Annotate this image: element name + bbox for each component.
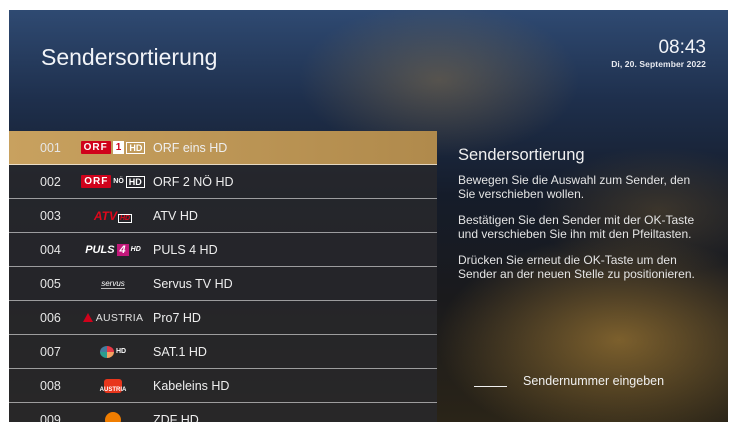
kabeleins-austria-text: AUSTRIA [100,378,126,393]
channel-name: ZDF HD [153,412,199,422]
puls-four-text: 4 [116,243,129,256]
zdf-logo [75,411,151,422]
enter-number-button[interactable]: Sendernummer eingeben [474,374,664,388]
tv-screen: Sendersortierung 08:43 Di, 20. September… [9,10,728,422]
channel-number: 009 [40,412,61,422]
channel-number: 003 [40,208,61,223]
channel-number: 004 [40,242,61,257]
channel-name: Kabeleins HD [153,378,230,393]
channel-row[interactable]: 002 ORF NÖ HD ORF 2 NÖ HD [9,165,437,199]
channel-row[interactable]: 001 ORF 1 HD ORF eins HD [9,131,437,165]
atv-logo-text: ATV [93,208,117,223]
atv-logo: ATV HD [75,207,151,225]
channel-row[interactable]: 008 AUSTRIA Kabeleins HD [9,369,437,403]
zdf-ball-icon [105,411,121,422]
puls4-logo: PULS 4 HD [75,241,151,259]
channel-number: 008 [40,378,61,393]
channel-name: Pro7 HD [153,310,201,325]
channel-name: ORF 2 NÖ HD [153,174,234,189]
noe-text: NÖ [113,178,124,185]
info-paragraph: Bestätigen Sie den Sender mit der OK-Tas… [458,213,695,241]
hd-text: HD [125,175,145,188]
clock-date: Di, 20. September 2022 [611,59,706,69]
channel-row[interactable]: 006 AUSTRIA Pro7 HD [9,301,437,335]
orf1-logo: ORF 1 HD [75,139,151,157]
page-title: Sendersortierung [41,44,218,70]
hd-text: HD [115,348,127,355]
kabeleins-logo: AUSTRIA [75,377,151,395]
clock: 08:43 Di, 20. September 2022 [611,37,706,69]
hd-text: HD [117,213,133,223]
channel-number: 001 [40,140,61,155]
info-paragraph: Bewegen Sie die Auswahl zum Sender, den … [458,173,691,201]
pro7-austria-logo: AUSTRIA [75,309,151,327]
channel-number: 007 [40,344,61,359]
channel-name: ATV HD [153,208,198,223]
number-input-line [474,385,507,387]
channel-row[interactable]: 005 servus Servus TV HD [9,267,437,301]
orf-one-text: 1 [112,141,125,154]
channel-number: 006 [40,310,61,325]
info-title: Sendersortierung [458,146,585,164]
channel-row[interactable]: 003 ATV HD ATV HD [9,199,437,233]
servus-logo-text: servus [101,278,125,289]
channel-row[interactable]: 009 ZDF HD [9,403,437,422]
clock-time: 08:43 [658,37,706,58]
channel-number: 005 [40,276,61,291]
austria-text: AUSTRIA [95,311,144,324]
sat1-logo: HD [75,343,151,361]
orf2-noe-logo: ORF NÖ HD [75,173,151,191]
orf-logo-text: ORF [81,175,112,188]
channel-row[interactable]: 007 HD SAT.1 HD [9,335,437,369]
channel-list[interactable]: 001 ORF 1 HD ORF eins HD 002 ORF NÖ HD O… [9,131,437,422]
channel-name: PULS 4 HD [153,242,218,257]
pro7-mark-icon [82,313,93,322]
channel-name: Servus TV HD [153,276,233,291]
info-paragraph: Drücken Sie erneut die OK-Taste um den S… [458,253,695,281]
hd-text: HD [126,141,146,154]
hd-text: HD [130,246,141,253]
puls-logo-text: PULS [85,243,115,256]
enter-number-label: Sendernummer eingeben [523,374,665,388]
sat1-ball-icon [99,345,114,358]
channel-name: ORF eins HD [153,140,228,155]
orf-logo-text: ORF [80,141,111,154]
channel-name: SAT.1 HD [153,344,207,359]
servustv-logo: servus [75,275,151,293]
channel-row[interactable]: 004 PULS 4 HD PULS 4 HD [9,233,437,267]
info-panel: Sendersortierung Bewegen Sie die Auswahl… [458,146,710,294]
channel-number: 002 [40,174,61,189]
